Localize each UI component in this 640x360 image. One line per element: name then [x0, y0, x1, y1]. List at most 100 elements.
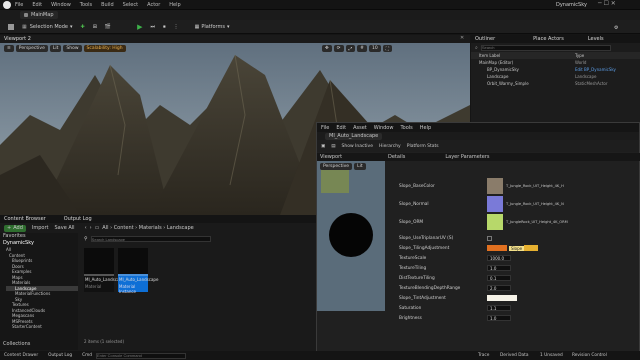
unreal-logo-icon[interactable]: [3, 1, 11, 9]
window-controls[interactable]: ─ ☐ ✕: [598, 0, 616, 7]
menu-help[interactable]: Help: [169, 2, 180, 8]
maximize-icon[interactable]: ⛶: [382, 45, 392, 52]
asset-tile-selected[interactable]: MI_Auto_Landscape Material Instance: [118, 248, 158, 294]
levels-tab[interactable]: Levels: [588, 36, 604, 42]
texture-thumbnail[interactable]: [487, 214, 503, 230]
param-value[interactable]: T_Jungle_Rock_UIT_Height_4K_H: [506, 184, 586, 188]
param-value[interactable]: T_Jungle_Rock_UIT_Height_4K_N: [506, 202, 586, 206]
save-button[interactable]: [4, 22, 18, 31]
color-swatch[interactable]: [487, 245, 507, 251]
mat-menu-item[interactable]: Edit: [336, 125, 346, 131]
skip-button[interactable]: ⏭: [147, 22, 160, 31]
mat-menu-item[interactable]: Help: [420, 125, 431, 131]
color-swatch[interactable]: [487, 295, 517, 301]
outliner-row[interactable]: BP_DynamicSky Edit BP_DynamicSky: [471, 66, 640, 73]
project-root[interactable]: DynamicSky: [0, 240, 78, 247]
mat-asset-tab[interactable]: MI_Auto_Landscape: [325, 132, 383, 140]
show-inactive-button[interactable]: Show Inactive: [342, 144, 373, 149]
menu-select[interactable]: Select: [123, 2, 138, 8]
texture-thumbnail[interactable]: [487, 196, 503, 212]
derived-data-button[interactable]: Derived Data: [500, 353, 528, 358]
menu-edit[interactable]: Edit: [32, 2, 42, 8]
col-type[interactable]: Type: [575, 53, 584, 58]
mode-select[interactable]: ▦ Selection Mode ▾: [18, 22, 77, 31]
outliner-tab[interactable]: Outliner: [475, 36, 495, 42]
param-row[interactable]: Slope_UseTriplanarUV (S): [387, 233, 635, 243]
lit-button[interactable]: Lit: [49, 45, 62, 52]
param-row[interactable]: DistTextureTiling 0.1: [387, 273, 635, 283]
breadcrumb-item[interactable]: Materials: [139, 225, 162, 231]
layer-parameters-tab[interactable]: Layer Parameters: [445, 154, 489, 160]
scalability-badge[interactable]: Scalability: High: [83, 45, 126, 52]
fov-value[interactable]: 10: [368, 45, 381, 52]
mat-save-button[interactable]: ▣: [321, 144, 325, 149]
param-row[interactable]: Slope_ORM T_JungleRock_UIT_Height_4K_ORM: [387, 214, 635, 230]
grid-snap-icon[interactable]: #: [357, 45, 367, 52]
trace-button[interactable]: Trace: [478, 353, 489, 358]
param-value[interactable]: 2.0: [487, 285, 511, 291]
save-all-button[interactable]: Save All: [55, 225, 75, 231]
forward-icon[interactable]: ›: [90, 225, 92, 231]
console-input[interactable]: [95, 352, 186, 359]
mat-menu-item[interactable]: Window: [374, 125, 394, 131]
preview-tab[interactable]: Viewport: [320, 154, 342, 160]
back-icon[interactable]: ‹: [85, 225, 87, 231]
viewport-options-button[interactable]: ≡: [4, 45, 14, 52]
play-options-button[interactable]: ⋮: [170, 22, 183, 31]
blueprint-button[interactable]: ⊞: [89, 22, 101, 31]
texture-thumbnail[interactable]: [487, 178, 503, 194]
filter-icon[interactable]: ⚲: [84, 236, 88, 242]
viewport-tab-label[interactable]: Viewport 2: [4, 36, 31, 42]
material-preview-viewport[interactable]: Perspective Lit: [317, 161, 385, 311]
param-value[interactable]: 1000.0: [487, 255, 511, 261]
unsaved-button[interactable]: 1 Unsaved: [540, 353, 563, 358]
param-row[interactable]: Saturation 1.1: [387, 303, 635, 313]
add-actor-button[interactable]: ✚: [77, 22, 89, 31]
rotate-icon[interactable]: ⟳: [333, 45, 344, 52]
menu-file[interactable]: File: [15, 2, 23, 8]
asset-search-input[interactable]: [90, 236, 211, 242]
param-value[interactable]: 1.1: [487, 305, 511, 311]
tree-item[interactable]: StarterContent: [6, 324, 78, 330]
outliner-row[interactable]: Orbit_Warmy_Simple StaticMeshActor: [471, 80, 640, 87]
outliner-row-type[interactable]: Edit BP_DynamicSky: [575, 67, 616, 72]
output-log-tab[interactable]: Output Log: [64, 216, 92, 222]
content-browser-tab[interactable]: Content Browser: [4, 216, 46, 222]
param-row[interactable]: Slope_TilingAdjustment Slope: [387, 243, 635, 253]
cinematics-button[interactable]: 🎬: [101, 22, 115, 31]
outliner-search-input[interactable]: [480, 44, 611, 51]
place-actors-tab[interactable]: Place Actors: [533, 36, 564, 42]
import-button[interactable]: Import: [32, 225, 49, 231]
param-row[interactable]: Slope_BaseColor T_Jungle_Rock_UIT_Height…: [387, 178, 635, 194]
col-item-label[interactable]: Item Label: [479, 53, 575, 58]
platform-stats-button[interactable]: Platform Stats: [407, 144, 439, 149]
param-row[interactable]: Brightness 1.0: [387, 313, 635, 323]
menu-tools[interactable]: Tools: [80, 2, 92, 8]
play-button[interactable]: ▶: [133, 22, 146, 31]
param-value[interactable]: T_JungleRock_UIT_Height_4K_ORM: [506, 220, 586, 224]
outliner-row[interactable]: Landscape Landscape: [471, 73, 640, 80]
show-button[interactable]: Show: [63, 45, 82, 52]
collections-header[interactable]: Collections: [3, 341, 30, 347]
param-row[interactable]: TextureTiling 1.0: [387, 263, 635, 273]
menu-build[interactable]: Build: [101, 2, 114, 8]
hierarchy-button[interactable]: Hierarchy: [379, 144, 401, 149]
param-value[interactable]: 1.0: [487, 315, 511, 321]
stop-button[interactable]: ⏹: [159, 22, 170, 31]
param-row[interactable]: TextureBlendingDepthRange 2.0: [387, 283, 635, 293]
level-tab[interactable]: MainMap: [20, 11, 58, 19]
favorites-header[interactable]: Favorites: [0, 233, 78, 240]
mat-menu-item[interactable]: Asset: [353, 125, 367, 131]
revision-control-button[interactable]: Revision Control: [572, 353, 607, 358]
preview-lit[interactable]: Lit: [354, 163, 366, 170]
menu-window[interactable]: Window: [51, 2, 71, 8]
close-icon[interactable]: ✕: [460, 35, 464, 41]
scale-icon[interactable]: ⤢: [345, 45, 356, 52]
mat-browse-button[interactable]: ▤: [331, 144, 335, 149]
breadcrumb-item[interactable]: Landscape: [167, 225, 194, 231]
checkbox[interactable]: [487, 235, 492, 241]
translate-icon[interactable]: ✥: [322, 45, 332, 52]
param-value[interactable]: 0.1: [487, 275, 511, 281]
settings-button[interactable]: ⚙: [610, 23, 622, 32]
cmd-selector[interactable]: Cmd: [82, 353, 92, 358]
